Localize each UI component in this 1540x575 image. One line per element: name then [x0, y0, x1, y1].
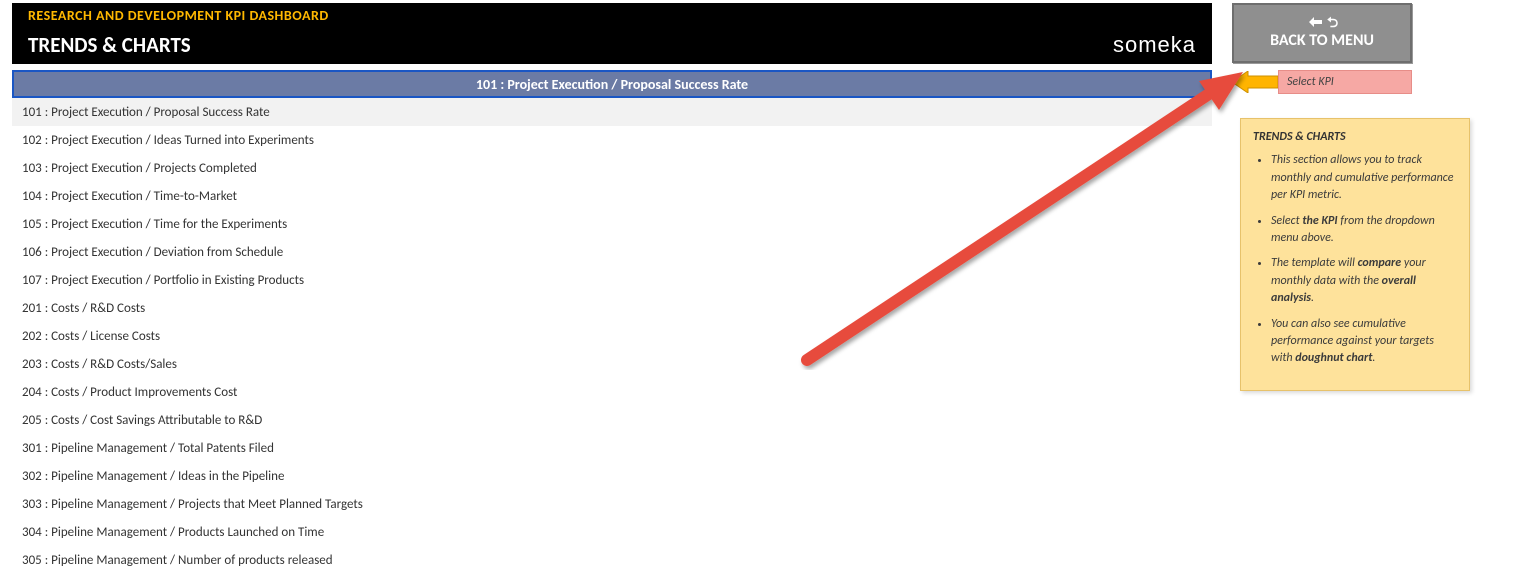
info-item: The template will compare your monthly d… — [1271, 255, 1457, 307]
kpi-option[interactable]: 301 : Pipeline Management / Total Patent… — [12, 434, 1212, 462]
kpi-option[interactable]: 101 : Project Execution / Proposal Succe… — [12, 98, 1212, 126]
kpi-option[interactable]: 303 : Pipeline Management / Projects tha… — [12, 490, 1212, 518]
kpi-option[interactable]: 102 : Project Execution / Ideas Turned i… — [12, 126, 1212, 154]
kpi-option[interactable]: 104 : Project Execution / Time-to-Market — [12, 182, 1212, 210]
kpi-option[interactable]: 205 : Costs / Cost Savings Attributable … — [12, 406, 1212, 434]
kpi-option[interactable]: 106 : Project Execution / Deviation from… — [12, 238, 1212, 266]
kpi-option[interactable]: 201 : Costs / R&D Costs — [12, 294, 1212, 322]
info-box: TRENDS & CHARTS This section allows you … — [1240, 118, 1470, 391]
section-title: TRENDS & CHARTS — [28, 32, 191, 58]
kpi-dropdown-selected[interactable]: 101 : Project Execution / Proposal Succe… — [12, 70, 1212, 98]
kpi-option[interactable]: 304 : Pipeline Management / Products Lau… — [12, 518, 1212, 546]
kpi-option[interactable]: 305 : Pipeline Management / Number of pr… — [12, 546, 1212, 574]
kpi-option[interactable]: 204 : Costs / Product Improvements Cost — [12, 378, 1212, 406]
section-header: TRENDS & CHARTS someka — [12, 28, 1212, 64]
back-button-label: BACK TO MENU — [1270, 31, 1374, 50]
info-list: This section allows you to track monthly… — [1253, 152, 1457, 367]
kpi-dropdown-list: 101 : Project Execution / Proposal Succe… — [12, 98, 1212, 574]
info-item: Select the KPI from the dropdown menu ab… — [1271, 213, 1457, 248]
return-icon: ⮌ — [1306, 16, 1338, 31]
kpi-option[interactable]: 203 : Costs / R&D Costs/Sales — [12, 350, 1212, 378]
brand-logo: someka — [1113, 32, 1196, 58]
info-item: This section allows you to track monthly… — [1271, 152, 1457, 204]
info-title: TRENDS & CHARTS — [1253, 129, 1457, 146]
kpi-option[interactable]: 302 : Pipeline Management / Ideas in the… — [12, 462, 1212, 490]
kpi-option[interactable]: 103 : Project Execution / Projects Compl… — [12, 154, 1212, 182]
kpi-selected-label: 101 : Project Execution / Proposal Succe… — [476, 76, 748, 93]
arrow-left-icon — [1232, 71, 1278, 93]
kpi-option[interactable]: 107 : Project Execution / Portfolio in E… — [12, 266, 1212, 294]
dashboard-panel: RESEARCH AND DEVELOPMENT KPI DASHBOARD T… — [12, 3, 1212, 574]
kpi-option[interactable]: 202 : Costs / License Costs — [12, 322, 1212, 350]
select-kpi-label: Select KPI — [1278, 70, 1412, 94]
back-to-menu-button[interactable]: ⮌ BACK TO MENU — [1232, 3, 1412, 63]
info-item: You can also see cumulative performance … — [1271, 316, 1457, 368]
kpi-option[interactable]: 105 : Project Execution / Time for the E… — [12, 210, 1212, 238]
select-kpi-callout: Select KPI — [1232, 70, 1412, 94]
dashboard-title: RESEARCH AND DEVELOPMENT KPI DASHBOARD — [12, 3, 1212, 28]
